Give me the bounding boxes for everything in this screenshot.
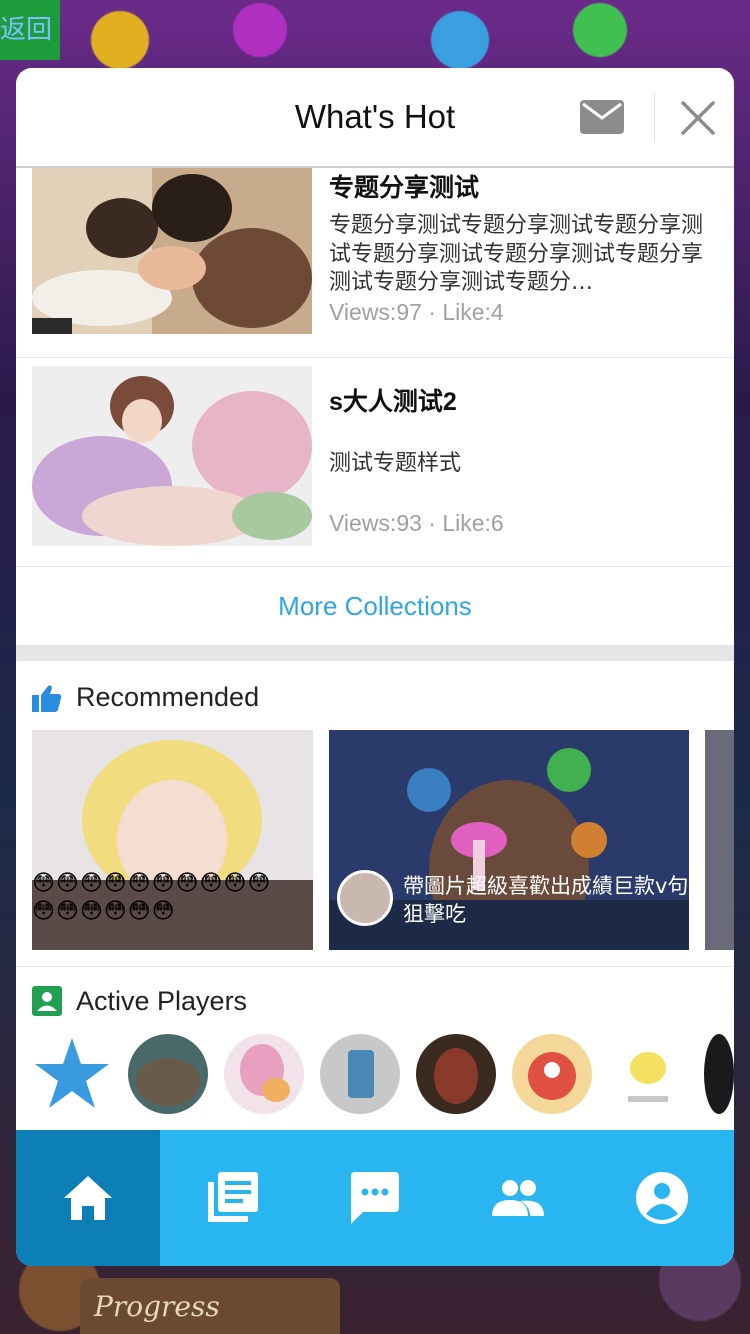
recommended-title: Recommended xyxy=(76,682,260,712)
collection-title: 专题分享测试 xyxy=(329,174,480,202)
more-collections-button[interactable]: More Collections xyxy=(16,567,734,645)
whats-hot-dialog: What's Hot 专题分享测试 专题分享测试专题分享测试专题分享测试专题分享… xyxy=(16,68,734,1266)
active-players-header: Active Players xyxy=(32,984,432,1024)
collection-thumbnail xyxy=(32,366,312,546)
close-icon[interactable] xyxy=(680,100,716,136)
player-avatar[interactable] xyxy=(320,1034,400,1114)
header-divider xyxy=(654,94,655,142)
tab-chat[interactable] xyxy=(303,1130,447,1266)
row-divider xyxy=(16,966,734,967)
player-avatar[interactable] xyxy=(608,1034,688,1114)
recommended-header: Recommended xyxy=(32,680,432,720)
recommended-card[interactable]: 😳😳😳😳😳😳😳😳😳😳😳😳😳😳😳😳 xyxy=(32,730,313,950)
recommended-caption: 帶圖片超級喜歡出成績巨款v句狙擊吃 xyxy=(403,874,689,926)
bottom-tab-bar xyxy=(16,1130,734,1266)
collection-item[interactable]: 专题分享测试 专题分享测试专题分享测试专题分享测试专题分享测试专题分享测试专题分… xyxy=(16,168,734,358)
dialog-title: What's Hot xyxy=(294,98,456,135)
collection-item[interactable]: s大人测试2 测试专题样式 Views:93 · Like:6 xyxy=(16,357,734,567)
friends-icon xyxy=(492,1180,544,1216)
tab-collections[interactable] xyxy=(160,1130,304,1266)
chat-icon xyxy=(351,1172,399,1224)
tab-profile[interactable] xyxy=(590,1130,734,1266)
mail-icon[interactable] xyxy=(580,100,624,134)
collections-icon xyxy=(208,1172,258,1222)
collection-description: 测试专题样式 xyxy=(329,451,462,476)
player-avatar[interactable] xyxy=(416,1034,496,1114)
active-players-title: Active Players xyxy=(76,986,248,1016)
player-avatar[interactable] xyxy=(32,1034,112,1114)
collection-description: 专题分享测试专题分享测试专题分享测试专题分享测试专题分享测试专题分享测试专题分享… xyxy=(329,213,704,295)
recommended-card[interactable]: 帶圖片超級喜歡出成績巨款v句狙擊吃 xyxy=(329,730,689,950)
back-button[interactable]: 返回 xyxy=(0,0,60,60)
player-avatar[interactable] xyxy=(512,1034,592,1114)
author-avatar[interactable] xyxy=(337,870,393,926)
hot-content[interactable]: 专题分享测试 专题分享测试专题分享测试专题分享测试专题分享测试专题分享测试专题分… xyxy=(16,168,734,1130)
collection-thumbnail xyxy=(32,168,312,334)
dialog-header: What's Hot xyxy=(16,68,734,168)
player-avatar[interactable] xyxy=(704,1034,734,1114)
recommended-card[interactable] xyxy=(705,730,734,950)
home-icon xyxy=(64,1176,112,1220)
tab-home[interactable] xyxy=(16,1130,160,1266)
player-avatar[interactable] xyxy=(224,1034,304,1114)
tab-friends[interactable] xyxy=(446,1130,590,1266)
player-avatar[interactable] xyxy=(128,1034,208,1114)
profile-icon xyxy=(636,1172,688,1224)
thumbs-up-icon xyxy=(32,685,62,712)
collection-title: s大人测试2 xyxy=(329,388,457,416)
collection-stats: Views:97 · Like:4 xyxy=(329,299,504,325)
section-separator xyxy=(16,645,734,661)
recommended-caption: 😳😳😳😳😳😳😳😳😳😳😳😳😳😳😳😳 xyxy=(32,871,272,924)
collection-stats: Views:93 · Like:6 xyxy=(329,510,504,536)
contact-icon xyxy=(32,986,62,1016)
game-progress-label: Progress xyxy=(80,1278,340,1334)
